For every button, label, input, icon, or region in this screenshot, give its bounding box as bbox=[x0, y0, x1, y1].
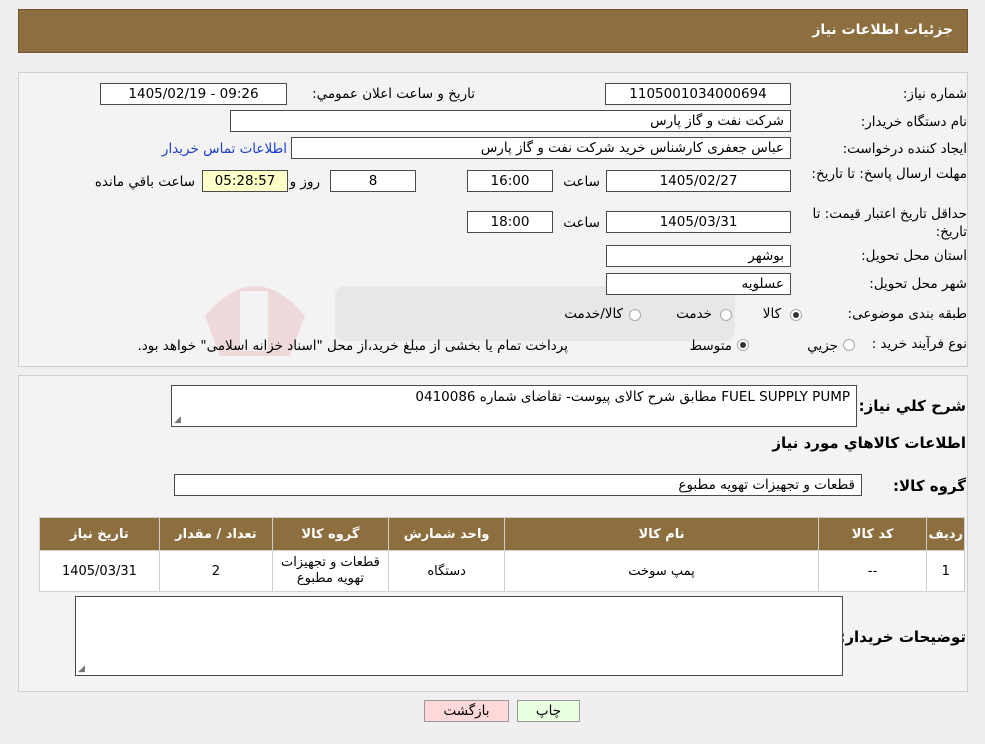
cell-name: پمپ سوخت bbox=[504, 550, 819, 592]
goods-table: رديف كد كالا نام كالا واحد شمارش گروه كا… bbox=[39, 517, 965, 592]
validity-label: حداقل تاريخ اعتبار قيمت: تا تاريخ: bbox=[812, 206, 967, 240]
col-row: رديف bbox=[926, 517, 965, 551]
announce-label: تاریخ و ساعت اعلان عمومي: bbox=[312, 86, 475, 102]
buyer-notes-field[interactable]: ◢ bbox=[75, 596, 843, 676]
validity-date-field: 1405/03/31 bbox=[606, 211, 791, 233]
need-number-label: شماره نیاز: bbox=[902, 86, 967, 102]
page-header: جزئیات اطلاعات نیاز bbox=[18, 9, 968, 53]
cell-date: 1405/03/31 bbox=[39, 550, 160, 592]
resize-grip-icon[interactable]: ◢ bbox=[78, 665, 86, 674]
city-label: شهر محل تحويل: bbox=[869, 276, 967, 292]
process-radio-minor[interactable] bbox=[843, 339, 855, 351]
resize-grip-icon[interactable]: ◢ bbox=[174, 416, 182, 425]
goods-group-label: گروه كالا: bbox=[893, 477, 966, 495]
goods-table-header: رديف كد كالا نام كالا واحد شمارش گروه كا… bbox=[39, 517, 965, 551]
remaining-time-field: 05:28:57 bbox=[202, 170, 288, 192]
reply-date-field: 1405/02/27 bbox=[606, 170, 791, 192]
reply-time-label: ساعت bbox=[563, 174, 600, 190]
validity-time-field: 18:00 bbox=[467, 211, 553, 233]
category-radio-goods-service[interactable] bbox=[629, 309, 641, 321]
category-radio-service[interactable] bbox=[720, 309, 732, 321]
category-label: طبقه بندی موضوعی: bbox=[847, 306, 967, 322]
summary-text: FUEL SUPPLY PUMP مطابق شرح کالای پیوست- … bbox=[415, 389, 850, 405]
process-option-medium: متوسط bbox=[689, 338, 732, 354]
table-row: 1 -- پمپ سوخت دستگاه قطعات و تجهيزات تهو… bbox=[39, 550, 965, 592]
remaining-label: ساعت باقي مانده bbox=[94, 174, 195, 190]
col-group: گروه كالا bbox=[271, 517, 389, 551]
back-button[interactable]: بازگشت bbox=[424, 700, 509, 722]
page-title: جزئیات اطلاعات نیاز bbox=[812, 22, 953, 38]
creator-field: عباس جعفری کارشناس خرید شرکت نفت و گاز پ… bbox=[291, 137, 791, 159]
print-button[interactable]: چاپ bbox=[517, 700, 580, 722]
cell-group: قطعات و تجهيزات تهويه مطبوع bbox=[271, 550, 389, 592]
category-option-goods: كالا bbox=[762, 306, 781, 322]
cell-unit: دستگاه bbox=[387, 550, 506, 592]
col-date: تاريخ نياز bbox=[39, 517, 160, 551]
announce-field: 1405/02/19 - 09:26 bbox=[100, 83, 287, 105]
col-unit: واحد شمارش bbox=[387, 517, 506, 551]
province-field: بوشهر bbox=[606, 245, 791, 267]
category-option-service: خدمت bbox=[676, 306, 712, 322]
category-option-goods-service: كالا/خدمت bbox=[564, 306, 623, 322]
reply-deadline-label: مهلت ارسال پاسخ: تا تاريخ: bbox=[811, 166, 967, 182]
process-note: پرداخت تمام يا بخشی از مبلغ خريد،از محل … bbox=[137, 338, 568, 354]
summary-label: شرح كلي نياز: bbox=[858, 397, 966, 415]
days-field: 8 bbox=[330, 170, 416, 192]
cell-row: 1 bbox=[926, 550, 965, 592]
cell-code: -- bbox=[817, 550, 928, 592]
process-option-minor: جزيي bbox=[807, 338, 838, 354]
province-label: استان محل تحويل: bbox=[861, 248, 967, 264]
goods-group-field: قطعات و تجهيزات تهويه مطبوع bbox=[174, 474, 862, 496]
need-number-field: 1105001034000694 bbox=[605, 83, 791, 105]
days-label: روز و bbox=[289, 174, 320, 190]
summary-field: FUEL SUPPLY PUMP مطابق شرح کالای پیوست- … bbox=[171, 385, 857, 427]
city-field: عسلويه bbox=[606, 273, 791, 295]
col-name: نام كالا bbox=[504, 517, 819, 551]
category-radio-goods[interactable] bbox=[790, 309, 802, 321]
process-label: نوع فرآيند خريد : bbox=[871, 336, 967, 352]
creator-label: ايجاد كننده درخواست: bbox=[842, 141, 967, 157]
cell-qty: 2 bbox=[158, 550, 273, 592]
col-qty: تعداد / مقدار bbox=[158, 517, 273, 551]
contact-buyer-link[interactable]: اطلاعات تماس خريدار bbox=[162, 141, 287, 157]
reply-time-field: 16:00 bbox=[467, 170, 553, 192]
buyer-org-label: نام دستگاه خريدار: bbox=[860, 114, 967, 130]
col-code: كد كالا bbox=[817, 517, 928, 551]
goods-info-title: اطلاعات كالاهاي مورد نياز bbox=[772, 434, 966, 452]
buyer-notes-label: توضيحات خريدار: bbox=[839, 628, 966, 646]
validity-time-label: ساعت bbox=[563, 215, 600, 231]
process-radio-medium[interactable] bbox=[737, 339, 749, 351]
buyer-org-field: شرکت نفت و گاز پارس bbox=[230, 110, 791, 132]
